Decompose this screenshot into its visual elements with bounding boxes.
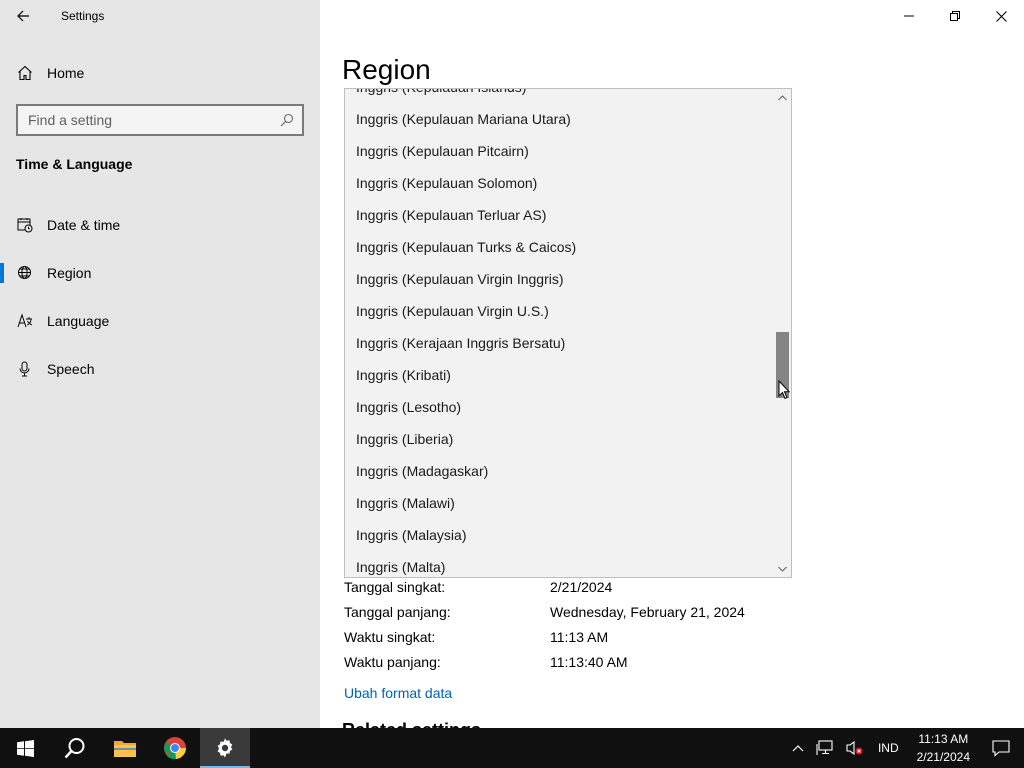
minimize-icon [904, 15, 914, 17]
sidebar-item-label: Date & time [47, 217, 121, 233]
dropdown-option[interactable]: Inggris (Kepulauan Mariana Utara) [345, 103, 775, 135]
restore-icon [950, 11, 960, 21]
chrome-icon [164, 737, 186, 760]
sidebar-item-language[interactable]: Language [0, 301, 320, 341]
close-icon [995, 10, 1007, 22]
restore-button[interactable] [932, 0, 978, 32]
dropdown-option[interactable]: Inggris (Kepulauan Virgin Inggris) [345, 263, 775, 295]
network-icon [816, 740, 833, 755]
format-key: Waktu singkat: [344, 628, 436, 645]
start-button[interactable] [0, 728, 50, 768]
page-title: Region [342, 54, 431, 85]
chevron-up-icon [778, 94, 787, 100]
action-center-button[interactable] [980, 728, 1024, 768]
settings-taskbar-button[interactable] [200, 728, 250, 768]
back-button[interactable] [0, 0, 46, 32]
search-box[interactable]: Find a setting [16, 104, 304, 136]
dropdown-option[interactable]: Inggris (Kribati) [345, 359, 775, 391]
chevron-up-icon [792, 745, 804, 752]
window-controls [886, 0, 1024, 32]
format-value: 11:13 AM [550, 628, 609, 645]
sidebar-item-label: Region [47, 265, 92, 281]
folder-icon [114, 741, 136, 757]
sidebar: Settings Home Find a setting Time & Lang… [0, 0, 320, 728]
globe-icon [18, 266, 31, 279]
notification-icon [992, 740, 1010, 757]
regional-format-data: Tanggal singkat: 2/21/2024 Tanggal panja… [344, 574, 745, 674]
back-arrow-icon [17, 10, 29, 22]
dropdown-option[interactable]: Inggris (Kepulauan Turks & Caicos) [345, 231, 775, 263]
sidebar-item-label: Language [47, 313, 110, 329]
home-icon [18, 65, 32, 81]
scroll-up-button[interactable] [774, 89, 791, 106]
show-hidden-icons-button[interactable] [786, 728, 810, 768]
close-button[interactable] [978, 0, 1024, 32]
country-region-dropdown-list[interactable]: Inggris (Kepulauan Islands) Inggris (Kep… [344, 88, 792, 578]
dropdown-option[interactable]: Inggris (Madagaskar) [345, 455, 775, 487]
search-icon [64, 738, 85, 759]
mouse-cursor-icon [778, 380, 790, 400]
format-value: 11:13:40 AM [550, 653, 628, 670]
dropdown-scrollbar[interactable] [774, 89, 791, 577]
app-title: Settings [61, 9, 105, 23]
dropdown-option[interactable]: Inggris (Lesotho) [345, 391, 775, 423]
calendar-clock-icon [17, 218, 33, 233]
gear-icon [217, 738, 233, 758]
network-button[interactable] [810, 728, 840, 768]
sidebar-item-speech[interactable]: Speech [0, 349, 320, 389]
sidebar-item-region[interactable]: Region [0, 253, 320, 293]
search-icon[interactable] [272, 106, 302, 134]
input-language-indicator[interactable]: IND [870, 728, 907, 768]
format-value: 2/21/2024 [550, 578, 613, 595]
format-key: Tanggal panjang: [344, 603, 451, 620]
related-settings-heading: Related settings [342, 720, 481, 728]
dropdown-options: Inggris (Kepulauan Islands) Inggris (Kep… [345, 89, 775, 577]
dropdown-option[interactable]: Inggris (Malta) [345, 551, 775, 577]
sidebar-item-date-time[interactable]: Date & time [0, 205, 320, 245]
dropdown-option[interactable]: Inggris (Liberia) [345, 423, 775, 455]
sidebar-item-label: Speech [47, 361, 95, 377]
chrome-button[interactable] [150, 728, 200, 768]
chevron-down-icon [778, 566, 787, 572]
format-value: Wednesday, February 21, 2024 [550, 603, 745, 620]
scroll-down-button[interactable] [774, 560, 791, 577]
nav-home[interactable]: Home [0, 55, 320, 91]
file-explorer-button[interactable] [100, 728, 150, 768]
format-key: Waktu panjang: [344, 653, 441, 670]
volume-muted-icon [846, 740, 863, 756]
volume-button[interactable] [840, 728, 870, 768]
dropdown-option[interactable]: Inggris (Kerajaan Inggris Bersatu) [345, 327, 775, 359]
minimize-button[interactable] [886, 0, 932, 32]
change-data-formats-link[interactable]: Ubah format data [344, 685, 452, 701]
dropdown-option[interactable]: Inggris (Kepulauan Solomon) [345, 167, 775, 199]
search-input[interactable]: Find a setting [28, 112, 272, 128]
taskbar-search-button[interactable] [50, 728, 100, 768]
nav-home-label: Home [47, 65, 85, 81]
format-key: Tanggal singkat: [344, 578, 446, 595]
dropdown-option[interactable]: Inggris (Kepulauan Terluar AS) [345, 199, 775, 231]
dropdown-option[interactable]: Inggris (Malawi) [345, 487, 775, 519]
language-icon [17, 313, 33, 328]
dropdown-option[interactable]: Inggris (Kepulauan Islands) [345, 89, 775, 103]
taskbar-clock[interactable]: 11:13 AM 2/21/2024 [907, 730, 980, 766]
title-bar: Settings [0, 0, 320, 32]
section-title: Time & Language [16, 156, 133, 172]
dropdown-option[interactable]: Inggris (Malaysia) [345, 519, 775, 551]
dropdown-option[interactable]: Inggris (Kepulauan Virgin U.S.) [345, 295, 775, 327]
format-row: Tanggal panjang: Wednesday, February 21,… [344, 599, 745, 624]
system-tray: IND 11:13 AM 2/21/2024 [786, 728, 1024, 768]
clock-time: 11:13 AM [918, 732, 969, 746]
format-row: Waktu singkat: 11:13 AM [344, 624, 745, 649]
windows-logo-icon [16, 739, 34, 757]
microphone-icon [19, 361, 30, 377]
clock-date: 2/21/2024 [916, 750, 970, 764]
taskbar: IND 11:13 AM 2/21/2024 [0, 728, 1024, 768]
dropdown-option[interactable]: Inggris (Kepulauan Pitcairn) [345, 135, 775, 167]
format-row: Waktu panjang: 11:13:40 AM [344, 649, 745, 674]
